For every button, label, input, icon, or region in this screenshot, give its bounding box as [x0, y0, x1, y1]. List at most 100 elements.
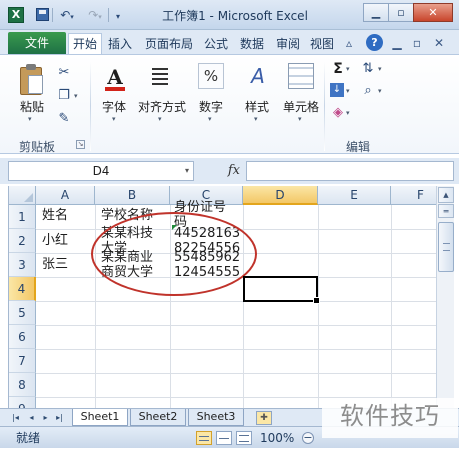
gridline: [318, 205, 319, 408]
last-sheet-icon[interactable]: ▸|: [54, 412, 65, 424]
tab-file[interactable]: 文件: [8, 32, 66, 54]
name-box[interactable]: D4 ▾: [8, 161, 194, 181]
restore-button[interactable]: ▫: [388, 3, 414, 22]
find-select-icon[interactable]: ⌕: [360, 83, 376, 99]
excel-app-icon[interactable]: X: [8, 7, 24, 23]
sort-filter-icon[interactable]: ⇅: [360, 61, 376, 77]
sheet-tab-sheet2[interactable]: Sheet2: [130, 409, 186, 426]
formula-input[interactable]: [246, 161, 454, 181]
sheet-tab-sheet3[interactable]: Sheet3: [188, 409, 244, 426]
row-header-2[interactable]: 2: [9, 229, 36, 253]
select-all-button[interactable]: [9, 186, 36, 205]
first-sheet-icon[interactable]: |◂: [10, 412, 21, 424]
workbook-restore-icon[interactable]: ▫: [410, 35, 424, 51]
cell-a3[interactable]: 张三: [42, 257, 68, 273]
tab-formulas[interactable]: 公式: [200, 34, 232, 54]
fill-dropdown-icon[interactable]: ▾: [346, 87, 350, 95]
clipboard-group-label: 剪贴板: [18, 140, 55, 154]
row-header-8[interactable]: 8: [9, 373, 36, 397]
undo-icon[interactable]: ↶▾: [56, 7, 78, 23]
paste-dropdown-icon[interactable]: ▾: [28, 115, 32, 123]
column-header-b[interactable]: B: [95, 186, 170, 205]
workbook-close-icon[interactable]: ✕: [432, 35, 446, 51]
clear-dropdown-icon[interactable]: ▾: [346, 109, 350, 117]
number-button-label[interactable]: 数字: [194, 98, 228, 115]
group-separator: [90, 61, 91, 151]
paste-icon[interactable]: [18, 63, 46, 97]
row-header-1[interactable]: 1: [9, 205, 36, 229]
autosum-icon[interactable]: Σ: [330, 61, 346, 77]
tab-insert[interactable]: 插入: [104, 34, 136, 54]
row-header-7[interactable]: 7: [9, 349, 36, 373]
insert-sheet-icon[interactable]: ✚: [256, 411, 272, 425]
workbook-minimize-icon[interactable]: ▁: [390, 35, 404, 51]
percent-icon[interactable]: %: [198, 63, 224, 89]
prev-sheet-icon[interactable]: ◂: [26, 412, 37, 424]
window-controls: ▁ ▫ ✕: [363, 3, 453, 23]
redo-icon[interactable]: ↷▾: [84, 7, 106, 23]
worksheet-grid[interactable]: A B C D E F 1 2 3 4 5 6 7 8 9 姓名 学校名称 身份…: [8, 186, 436, 408]
save-icon[interactable]: [34, 7, 50, 23]
alignment-button-label[interactable]: 对齐方式: [136, 98, 188, 115]
row-header-5[interactable]: 5: [9, 301, 36, 325]
column-header-d[interactable]: D: [243, 186, 318, 205]
clipboard-launcher-icon[interactable]: ↘: [76, 140, 85, 149]
row-header-6[interactable]: 6: [9, 325, 36, 349]
cells-dropdown-icon[interactable]: ▾: [298, 115, 302, 123]
clear-icon[interactable]: ◈: [330, 105, 346, 121]
zoom-out-button[interactable]: −: [302, 432, 314, 444]
styles-icon[interactable]: A: [245, 63, 271, 89]
sort-filter-dropdown-icon[interactable]: ▾: [378, 65, 382, 73]
font-icon[interactable]: A: [102, 63, 128, 91]
customize-quick-access-icon[interactable]: ▾: [112, 7, 124, 23]
help-icon[interactable]: ?: [366, 34, 383, 51]
next-sheet-icon[interactable]: ▸: [40, 412, 51, 424]
alignment-dropdown-icon[interactable]: ▾: [158, 115, 162, 123]
row-header-4[interactable]: 4: [9, 277, 36, 301]
cut-icon[interactable]: ✂: [56, 65, 72, 81]
cells-icon[interactable]: [288, 63, 314, 89]
cell-a2[interactable]: 小红: [42, 233, 68, 249]
tab-view[interactable]: 视图: [306, 34, 338, 54]
name-box-value: D4: [92, 164, 110, 178]
close-button[interactable]: ✕: [413, 3, 453, 22]
tab-page-layout[interactable]: 页面布局: [140, 34, 198, 54]
column-header-a[interactable]: A: [36, 186, 95, 205]
column-header-e[interactable]: E: [318, 186, 391, 205]
name-box-dropdown-icon[interactable]: ▾: [185, 162, 189, 180]
row-header-9[interactable]: 9: [9, 397, 36, 408]
sheet-tab-sheet1[interactable]: Sheet1: [72, 409, 128, 426]
copy-dropdown-icon[interactable]: ▾: [74, 92, 78, 100]
tab-review[interactable]: 审阅: [272, 34, 304, 54]
paste-button-label[interactable]: 粘贴: [16, 98, 48, 115]
insert-function-icon[interactable]: fx: [200, 161, 244, 181]
copy-icon[interactable]: ❐: [56, 88, 72, 104]
autosum-dropdown-icon[interactable]: ▾: [346, 65, 350, 73]
page-layout-view-icon[interactable]: [216, 431, 232, 445]
scroll-up-button[interactable]: ▲: [438, 187, 454, 203]
minimize-button[interactable]: ▁: [363, 3, 389, 22]
styles-dropdown-icon[interactable]: ▾: [254, 115, 258, 123]
row-header-3[interactable]: 3: [9, 253, 36, 277]
font-dropdown-icon[interactable]: ▾: [112, 115, 116, 123]
format-painter-icon[interactable]: ✎: [56, 111, 72, 127]
cell-a1[interactable]: 姓名: [42, 208, 68, 224]
split-box-icon[interactable]: ═: [438, 204, 454, 218]
font-button-label[interactable]: 字体: [96, 98, 132, 115]
fill-icon[interactable]: ↓: [330, 83, 344, 97]
find-select-dropdown-icon[interactable]: ▾: [378, 87, 382, 95]
page-break-view-icon[interactable]: [236, 431, 252, 445]
cells-button-label[interactable]: 单元格: [278, 98, 324, 115]
normal-view-icon[interactable]: [196, 431, 212, 445]
styles-button-label[interactable]: 样式: [240, 98, 274, 115]
vertical-scrollbar[interactable]: ▲ ═: [436, 186, 454, 408]
zoom-level[interactable]: 100%: [260, 430, 294, 446]
active-cell-d4[interactable]: [243, 276, 320, 304]
scroll-thumb[interactable]: [438, 222, 454, 272]
alignment-icon[interactable]: [148, 64, 172, 88]
column-header-f[interactable]: F: [391, 186, 436, 205]
tab-home[interactable]: 开始: [68, 33, 102, 55]
tab-data[interactable]: 数据: [236, 34, 268, 54]
number-dropdown-icon[interactable]: ▾: [208, 115, 212, 123]
minimize-ribbon-icon[interactable]: ▵: [342, 35, 356, 51]
